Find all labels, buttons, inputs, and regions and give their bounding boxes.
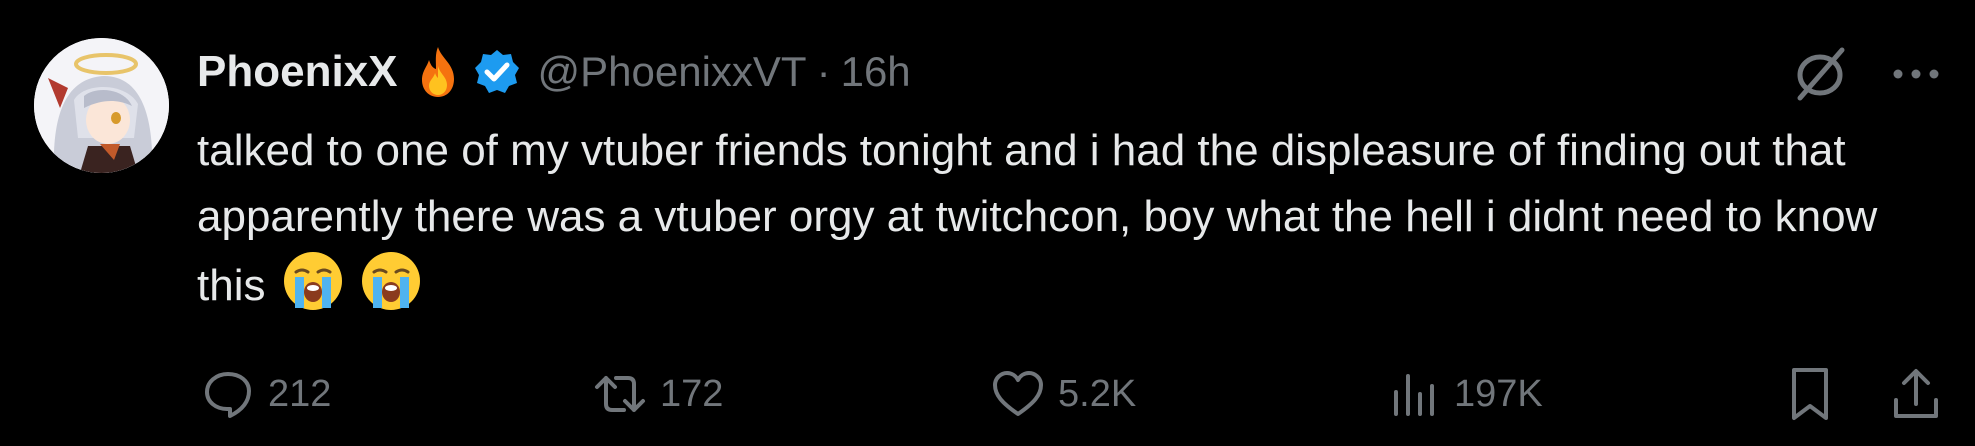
reply-count: 212 xyxy=(268,372,332,415)
avatar-image xyxy=(34,38,169,173)
author-handle[interactable]: @PhoenixxVT xyxy=(538,48,807,96)
share-icon[interactable] xyxy=(1888,364,1944,424)
like-button[interactable]: 5.2K xyxy=(990,364,1136,424)
header-separator: · xyxy=(816,48,831,95)
avatar[interactable] xyxy=(34,38,169,173)
reply-button[interactable]: 212 xyxy=(200,364,331,424)
tweet-text: talked to one of my vtuber friends tonig… xyxy=(197,126,1878,310)
view-count: 197K xyxy=(1454,372,1543,415)
tweet: PhoenixX @PhoenixxVT · 16h talked to one… xyxy=(0,0,1975,446)
retweet-button[interactable]: 172 xyxy=(592,364,723,424)
timestamp[interactable]: 16h xyxy=(841,48,911,96)
like-count: 5.2K xyxy=(1058,372,1137,415)
author-name[interactable]: PhoenixX xyxy=(197,47,398,97)
retweet-icon xyxy=(595,376,645,412)
reply-icon xyxy=(205,372,251,418)
tweet-header: PhoenixX @PhoenixxVT · 16h xyxy=(197,46,911,98)
bookmark-icon[interactable] xyxy=(1782,364,1838,424)
verified-badge-icon[interactable] xyxy=(474,49,520,95)
views-button[interactable]: 197K xyxy=(1386,364,1543,424)
more-options-icon[interactable] xyxy=(1888,56,1944,92)
loudly-crying-face-emoji xyxy=(283,252,342,310)
action-bar: 212 172 5.2K 197K xyxy=(0,364,1975,424)
heart-icon xyxy=(993,371,1043,416)
tweet-body: talked to one of my vtuber friends tonig… xyxy=(197,118,1917,319)
views-icon xyxy=(1394,374,1434,416)
retweet-count: 172 xyxy=(660,372,724,415)
loudly-crying-face-emoji xyxy=(361,252,420,310)
grok-icon[interactable] xyxy=(1790,44,1850,104)
fire-icon xyxy=(421,47,454,97)
